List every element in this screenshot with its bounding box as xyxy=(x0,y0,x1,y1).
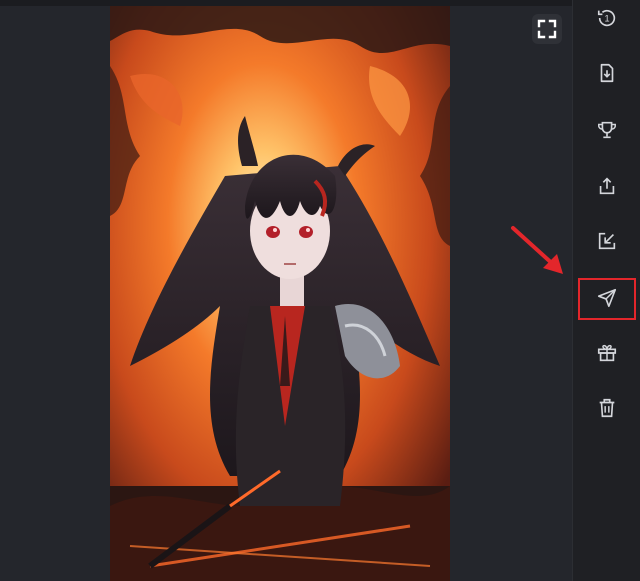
trash-icon xyxy=(599,398,615,418)
gift-icon xyxy=(597,344,617,362)
fullscreen-icon xyxy=(537,19,557,39)
open-external-icon xyxy=(598,232,616,250)
delete-button[interactable] xyxy=(587,388,627,428)
fullscreen-button[interactable] xyxy=(532,14,562,44)
history-button[interactable]: 1 xyxy=(587,0,627,38)
image-viewer xyxy=(0,0,572,581)
anime-character-artwork xyxy=(110,6,450,581)
trophy-button[interactable] xyxy=(587,110,627,150)
history-badge: 1 xyxy=(604,14,609,24)
gift-button[interactable] xyxy=(587,333,627,373)
trophy-icon xyxy=(598,121,616,139)
download-icon xyxy=(600,63,614,83)
open-external-button[interactable] xyxy=(587,221,627,261)
share-button[interactable] xyxy=(587,166,627,206)
artwork-image[interactable] xyxy=(110,6,450,581)
download-button[interactable] xyxy=(587,53,627,93)
highlight-box xyxy=(578,278,636,320)
pointer-arrow-icon xyxy=(511,226,563,274)
share-icon xyxy=(599,177,615,195)
history-one-icon: 1 xyxy=(597,9,616,27)
